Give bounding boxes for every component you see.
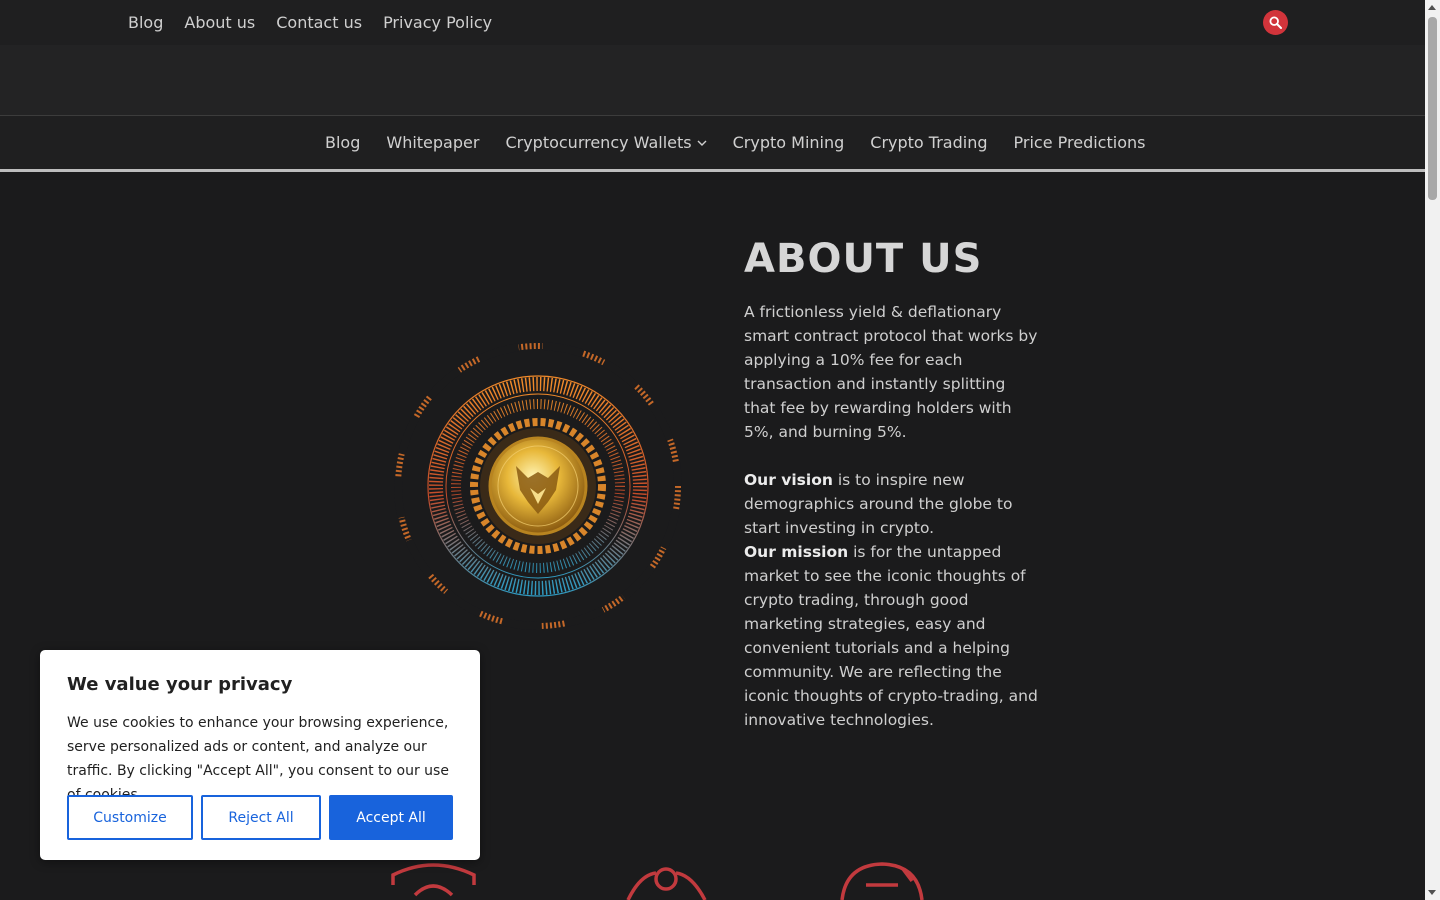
about-mission: Our mission is for the untapped market t…: [744, 540, 1039, 732]
search-button[interactable]: [1263, 10, 1288, 35]
compass-icon: [626, 867, 707, 900]
topnav-privacy-policy[interactable]: Privacy Policy: [383, 12, 492, 34]
mainnav-wallets-label: Cryptocurrency Wallets: [505, 133, 692, 152]
mainnav-crypto-mining[interactable]: Crypto Mining: [733, 132, 845, 154]
helmet-icon: [840, 862, 924, 900]
header-band: [0, 45, 1425, 115]
main-navigation: Blog Whitepaper Cryptocurrency Wallets C…: [325, 132, 1171, 154]
reject-all-button[interactable]: Reject All: [201, 795, 321, 840]
mission-label: Our mission: [744, 543, 849, 561]
mainnav-trading-label: Crypto Trading: [870, 133, 988, 152]
scroll-up-arrow[interactable]: [1428, 5, 1436, 10]
crypto-coin-illustration: [394, 342, 682, 630]
chevron-down-icon: [697, 140, 707, 146]
customize-button[interactable]: Customize: [67, 795, 193, 840]
topnav-blog[interactable]: Blog: [128, 12, 163, 34]
cookie-buttons: Customize Reject All Accept All: [67, 795, 453, 840]
mainnav-mining-label: Crypto Mining: [732, 133, 845, 152]
mainnav-cryptocurrency-wallets[interactable]: Cryptocurrency Wallets: [505, 132, 707, 154]
search-icon: [1269, 16, 1282, 29]
mainnav-whitepaper[interactable]: Whitepaper: [386, 132, 479, 154]
cookie-title: We value your privacy: [67, 674, 293, 695]
cookie-text: We use cookies to enhance your browsing …: [67, 715, 449, 803]
top-bar: Blog About us Contact us Privacy Policy: [0, 0, 1425, 45]
cookie-consent-dialog: We value your privacy We use cookies to …: [40, 650, 480, 860]
mainnav-price-predictions[interactable]: Price Predictions: [1014, 132, 1146, 154]
accept-all-button[interactable]: Accept All: [329, 795, 453, 840]
about-content: A frictionless yield & deflationary smar…: [744, 300, 1039, 732]
scroll-down-arrow[interactable]: [1428, 890, 1436, 895]
mainnav-whitepaper-label: Whitepaper: [386, 133, 480, 152]
shield-icon: [391, 863, 476, 897]
feature-icons-row: [391, 862, 924, 900]
page-title: ABOUT US: [744, 236, 983, 282]
mission-text: is for the untapped market to see the ic…: [744, 543, 1038, 729]
mainnav-blog-label: Blog: [325, 133, 361, 152]
mainnav-crypto-trading[interactable]: Crypto Trading: [870, 132, 987, 154]
scrollbar-thumb[interactable]: [1428, 17, 1437, 200]
page-scrollbar[interactable]: [1425, 0, 1440, 900]
about-vision: Our vision is to inspire new demographic…: [744, 468, 1039, 540]
main-navigation-bar: Blog Whitepaper Cryptocurrency Wallets C…: [0, 115, 1425, 172]
mainnav-predictions-label: Price Predictions: [1013, 133, 1146, 152]
mainnav-blog[interactable]: Blog: [325, 132, 360, 154]
top-navigation: Blog About us Contact us Privacy Policy: [128, 12, 513, 34]
topnav-about-us[interactable]: About us: [184, 12, 255, 34]
topnav-contact-us[interactable]: Contact us: [276, 12, 362, 34]
about-intro: A frictionless yield & deflationary smar…: [744, 303, 1038, 441]
vision-label: Our vision: [744, 471, 833, 489]
